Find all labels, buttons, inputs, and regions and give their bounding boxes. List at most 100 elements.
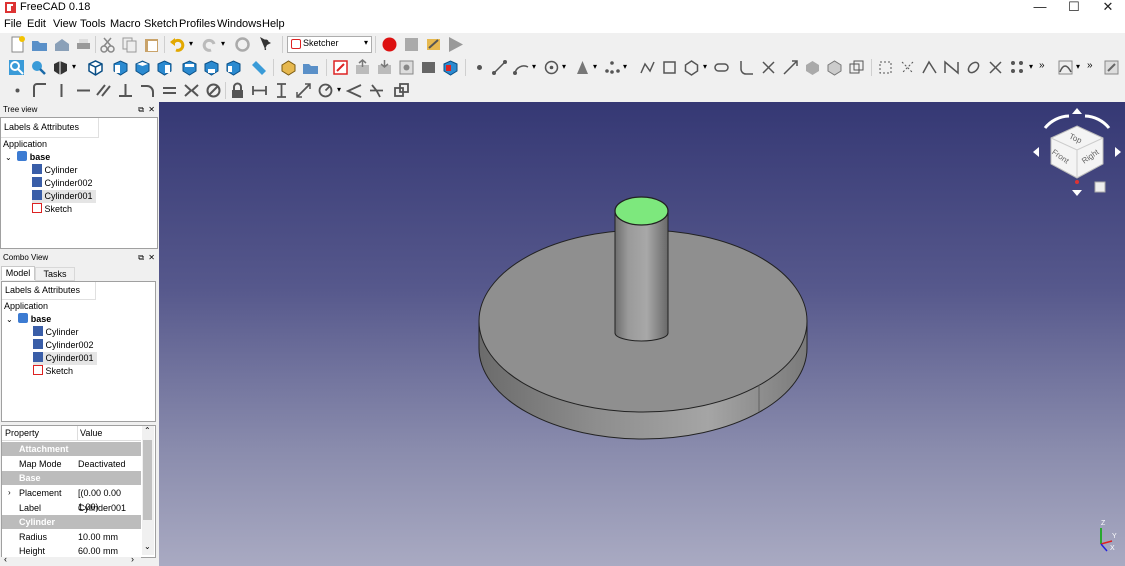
property-section-attachment[interactable]: Attachment bbox=[2, 442, 141, 456]
trim-icon[interactable] bbox=[760, 59, 777, 76]
save-icon[interactable] bbox=[53, 36, 70, 53]
close-panel-icon[interactable]: ✕ bbox=[148, 104, 155, 116]
tree-item-cylinder002[interactable]: Cylinder002 bbox=[32, 177, 93, 190]
cylinder-side[interactable] bbox=[614, 210, 669, 342]
constrain-lock-icon[interactable] bbox=[229, 82, 246, 99]
combo-document-base[interactable]: ⌄ base bbox=[6, 313, 51, 326]
new-document-icon[interactable] bbox=[9, 36, 26, 53]
maximize-button[interactable]: ☐ bbox=[1057, 0, 1091, 16]
stop-macro-icon[interactable] bbox=[403, 36, 420, 53]
print-icon[interactable] bbox=[75, 36, 92, 53]
carbon-copy-icon[interactable] bbox=[826, 59, 843, 76]
toolbar-overflow-icon-2[interactable]: » bbox=[1087, 60, 1093, 71]
toggle-driving-constraint-icon[interactable] bbox=[393, 82, 410, 99]
map-sketch-icon[interactable] bbox=[442, 59, 459, 76]
menu-view[interactable]: View bbox=[53, 18, 77, 30]
select-constraints-icon[interactable] bbox=[877, 59, 894, 76]
refresh-icon[interactable] bbox=[234, 36, 251, 53]
rear-view-icon[interactable] bbox=[181, 59, 198, 76]
restore-geometry-icon[interactable] bbox=[943, 59, 960, 76]
3d-viewport[interactable]: Top Front Right Z Y X bbox=[159, 102, 1125, 566]
menu-profiles[interactable]: Profiles bbox=[179, 18, 216, 30]
new-sketch-icon[interactable] bbox=[332, 59, 349, 76]
navigation-cube[interactable]: Top Front Right bbox=[1031, 106, 1123, 198]
property-horizontal-scrollbar[interactable]: ‹ › bbox=[1, 554, 141, 566]
clone-icon[interactable] bbox=[987, 59, 1004, 76]
constrain-angle-icon[interactable] bbox=[346, 82, 363, 99]
close-button[interactable]: ✕ bbox=[1091, 0, 1125, 16]
constrain-tangent-icon[interactable] bbox=[139, 82, 156, 99]
constrain-snells-law-icon[interactable] bbox=[368, 82, 385, 99]
scroll-up-icon[interactable]: ⌃ bbox=[144, 426, 151, 435]
edit-sketch-icon[interactable] bbox=[354, 59, 371, 76]
arc-icon[interactable] bbox=[513, 59, 530, 76]
construction-mode-icon[interactable] bbox=[848, 59, 865, 76]
menu-sketch[interactable]: Sketch bbox=[144, 18, 178, 30]
close-panel-icon[interactable]: ✕ bbox=[148, 252, 155, 264]
top-view-icon[interactable] bbox=[134, 59, 151, 76]
record-macro-icon[interactable] bbox=[381, 36, 398, 53]
menu-windows[interactable]: Windows bbox=[217, 18, 262, 30]
redo-icon[interactable] bbox=[201, 36, 218, 53]
tree-item-cylinder001[interactable]: Cylinder001 bbox=[32, 190, 96, 203]
constrain-symmetric-icon[interactable] bbox=[183, 82, 200, 99]
run-macro-icon[interactable] bbox=[447, 36, 464, 53]
polyline-icon[interactable] bbox=[639, 59, 656, 76]
fit-selection-icon[interactable] bbox=[30, 59, 47, 76]
create-group-icon[interactable] bbox=[302, 59, 319, 76]
tree-item-cylinder[interactable]: Cylinder bbox=[32, 164, 78, 177]
draw-style-icon[interactable] bbox=[52, 59, 69, 76]
constrain-perpendicular-icon[interactable] bbox=[117, 82, 134, 99]
property-section-cylinder[interactable]: Cylinder bbox=[2, 515, 141, 529]
scrollbar-thumb[interactable] bbox=[143, 440, 152, 520]
undock-icon[interactable]: ⧉ bbox=[138, 104, 144, 116]
menu-help[interactable]: Help bbox=[262, 18, 285, 30]
bspline-tools-icon[interactable] bbox=[1057, 59, 1074, 76]
toolbar-overflow-icon[interactable]: » bbox=[1039, 60, 1045, 71]
virtual-space-icon[interactable] bbox=[1103, 59, 1120, 76]
menu-macro[interactable]: Macro bbox=[110, 18, 141, 30]
constrain-radius-icon[interactable] bbox=[317, 82, 334, 99]
chevron-right-icon[interactable]: › bbox=[8, 486, 11, 500]
constrain-equal-icon[interactable] bbox=[161, 82, 178, 99]
menu-tools[interactable]: Tools bbox=[80, 18, 106, 30]
tree-item-sketch[interactable]: Sketch bbox=[32, 203, 72, 216]
symmetry-icon[interactable] bbox=[965, 59, 982, 76]
combo-item-sketch[interactable]: Sketch bbox=[33, 365, 73, 378]
constrain-distance-icon[interactable] bbox=[295, 82, 312, 99]
combo-item-cylinder[interactable]: Cylinder bbox=[33, 326, 79, 339]
front-view-icon[interactable] bbox=[112, 59, 129, 76]
bspline-icon[interactable] bbox=[604, 59, 621, 76]
property-row-map-mode[interactable]: Map Mode Deactivated bbox=[2, 457, 141, 471]
bottom-view-icon[interactable] bbox=[203, 59, 220, 76]
show-hide-geometry-icon[interactable] bbox=[921, 59, 938, 76]
constrain-vertical-distance-icon[interactable] bbox=[273, 82, 290, 99]
circle-icon[interactable] bbox=[543, 59, 560, 76]
point-icon[interactable] bbox=[471, 59, 488, 76]
workbench-selector[interactable]: Sketcher ▾ bbox=[287, 36, 372, 53]
constrain-parallel-icon[interactable] bbox=[95, 82, 112, 99]
copy-icon[interactable] bbox=[121, 36, 138, 53]
measure-distance-icon[interactable] bbox=[250, 59, 267, 76]
isometric-view-icon[interactable] bbox=[87, 59, 104, 76]
fillet-icon[interactable] bbox=[738, 59, 755, 76]
cylinder-top-face-selected[interactable] bbox=[614, 196, 669, 226]
extend-icon[interactable] bbox=[782, 59, 799, 76]
line-icon[interactable] bbox=[491, 59, 508, 76]
constrain-horizontal-distance-icon[interactable] bbox=[251, 82, 268, 99]
cut-icon[interactable] bbox=[99, 36, 116, 53]
create-part-icon[interactable] bbox=[280, 59, 297, 76]
tree-document-base[interactable]: ⌄ base bbox=[5, 151, 50, 164]
leave-sketch-icon[interactable] bbox=[376, 59, 393, 76]
scroll-right-icon[interactable]: › bbox=[131, 554, 134, 564]
model-render[interactable] bbox=[159, 102, 1125, 566]
view-section-icon[interactable] bbox=[420, 59, 437, 76]
combo-item-cylinder001[interactable]: Cylinder001 bbox=[33, 352, 97, 365]
edit-macro-icon[interactable] bbox=[425, 36, 442, 53]
property-row-label[interactable]: Label Cylinder001 bbox=[2, 501, 141, 515]
paste-icon[interactable] bbox=[143, 36, 160, 53]
property-row-radius[interactable]: Radius 10.00 mm bbox=[2, 530, 141, 544]
polygon-icon[interactable] bbox=[683, 59, 700, 76]
constrain-block-icon[interactable] bbox=[205, 82, 222, 99]
scroll-down-icon[interactable]: ⌄ bbox=[144, 542, 151, 551]
